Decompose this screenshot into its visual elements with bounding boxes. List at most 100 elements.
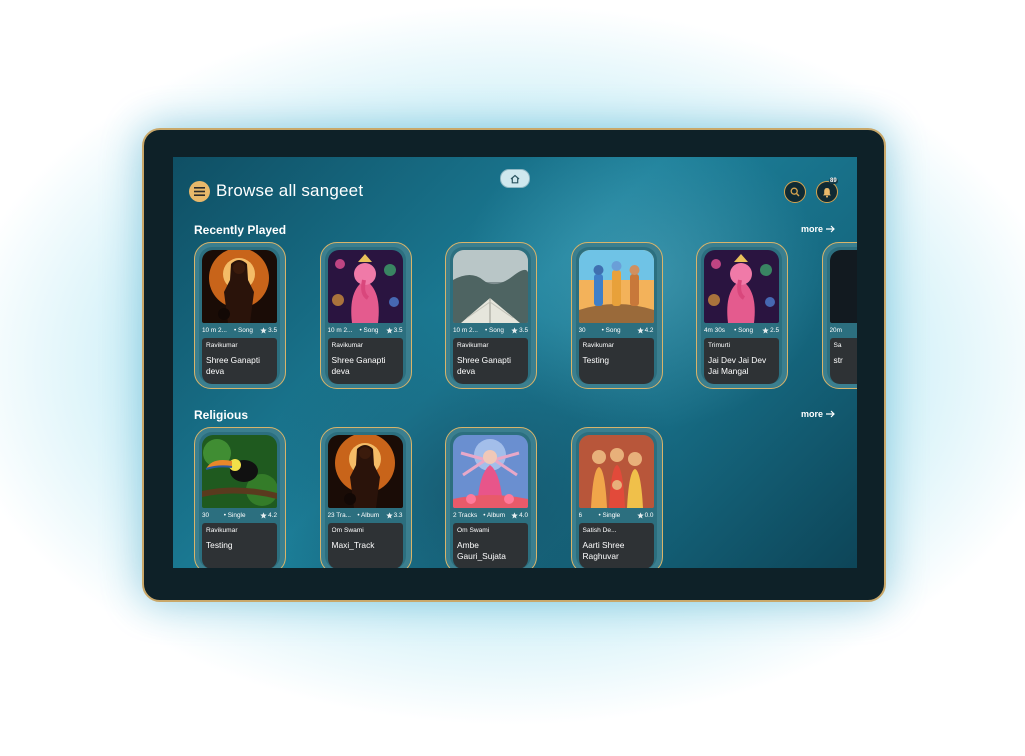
card-thumbnail — [453, 250, 528, 323]
card-rating: 2.5 — [762, 327, 779, 334]
thumbnail-art — [578, 435, 654, 508]
thumbnail-art — [704, 250, 779, 323]
thumbnail-art — [202, 435, 277, 508]
card-rating: 0.0 — [636, 511, 653, 519]
card-body: 20m Sa str — [826, 247, 857, 384]
card-meta: 10 m 2... • Song 3.5 — [202, 325, 277, 335]
card-body: 10 m 2... • Song 3.5 Ravikumar Shree Ganapti… — [450, 247, 531, 384]
card-info: Om Swami Maxi_Track — [327, 523, 403, 568]
card-type-label: Single — [602, 511, 621, 519]
media-card[interactable]: 10 m 2... • Song 3.5 Ravikumar Shree Ganapti… — [194, 242, 286, 389]
media-card[interactable]: 2 Tracks • Album 4.0 Om Swami Ambe Gauri_Suj… — [445, 427, 537, 568]
card-info: Satish De... Aarti Shree Raghuvar — [578, 523, 654, 568]
card-thumbnail — [327, 435, 403, 508]
card-artist: Ravikumar — [582, 342, 615, 349]
card-meta: 10 m 2... • Song 3.5 — [453, 325, 528, 335]
card-body: 2 Tracks • Album 4.0 Om Swami Ambe Gauri_Suj… — [450, 432, 531, 568]
card-type-label: Song — [489, 326, 504, 334]
card-artist: Om Swami — [457, 527, 490, 534]
card-artist: Trimurti — [708, 342, 731, 349]
card-type: • Single — [598, 511, 621, 519]
card-artist: Sa — [833, 342, 842, 349]
card-duration: 10 m 2... — [453, 326, 478, 334]
card-duration: 20m — [829, 326, 842, 334]
card-info: Ravikumar Shree Ganapti deva — [202, 338, 277, 384]
card-rating-value: 4.0 — [519, 511, 528, 519]
notifications-button[interactable] — [816, 181, 838, 203]
card-meta: 6 • Single 0.0 — [579, 510, 654, 520]
card-rating-value: 4.2 — [644, 326, 654, 334]
card-info: Sa str — [829, 338, 857, 384]
card-thumbnail — [578, 435, 654, 508]
card-body: 10 m 2... • Song 3.5 Ravikumar Shree Ganapti… — [199, 247, 280, 384]
card-rating-value: 4.2 — [268, 511, 277, 519]
card-type: • Album — [357, 511, 380, 519]
card-title: Jai Dev Jai Dev Jai Mangal — [708, 355, 767, 376]
thumbnail-art — [202, 250, 277, 323]
recently-played-more-link[interactable]: more — [801, 224, 835, 234]
card-rating-value: 3.3 — [393, 511, 403, 519]
card-rating: 4.2 — [636, 326, 654, 334]
search-button[interactable] — [784, 181, 806, 203]
card-thumbnail — [327, 250, 403, 323]
section-title-religious: Religious — [194, 408, 249, 422]
menu-icon — [194, 187, 205, 196]
card-rating: 4.2 — [260, 512, 277, 519]
thumbnail-art — [829, 250, 857, 323]
card-title: str — [833, 355, 843, 365]
media-card[interactable]: 10 m 2... • Song 3.5 Ravikumar Shree Ganapti… — [319, 242, 412, 389]
menu-button[interactable] — [189, 181, 210, 202]
more-label: more — [801, 409, 824, 419]
religious-more-link[interactable]: more — [801, 409, 835, 419]
card-duration: 2 Tracks — [453, 511, 478, 519]
media-card[interactable]: 6 • Single 0.0 Satish De... Aarti Shree Ragh… — [570, 427, 663, 568]
card-rating: 3.5 — [385, 326, 403, 334]
card-body: 23 Tra... • Album 3.3 Om Swami Maxi_Track — [324, 432, 406, 568]
card-artist: Ravikumar — [206, 342, 238, 349]
media-card[interactable]: 30 • Single 4.2 Ravikumar Testing — [194, 427, 286, 568]
media-card[interactable]: 23 Tra... • Album 3.3 Om Swami Maxi_Track — [319, 427, 412, 568]
card-info: Om Swami Ambe Gauri_Sujata — [453, 523, 528, 568]
card-artist: Om Swami — [331, 527, 364, 534]
card-meta: 4m 30s • Song 2.5 — [704, 325, 779, 335]
bell-icon — [823, 187, 831, 198]
card-rating-value: 3.5 — [393, 326, 403, 334]
card-meta: 30 • Song 4.2 — [579, 325, 654, 335]
card-duration: 6 — [578, 511, 583, 519]
card-info: Ravikumar Testing — [202, 523, 277, 568]
card-rating: 3.5 — [260, 327, 277, 334]
media-card[interactable]: 20m Sa str — [821, 242, 857, 389]
card-type-label: Song — [738, 326, 754, 334]
card-body: 30 • Song 4.2 Ravikumar Testing — [575, 247, 657, 384]
star-icon — [636, 511, 644, 519]
home-button[interactable] — [500, 169, 530, 188]
media-card[interactable]: 4m 30s • Song 2.5 Trimurti Jai Dev Jai Dev J… — [696, 242, 788, 389]
card-type-label: Song — [238, 326, 253, 334]
star-icon — [636, 326, 644, 334]
media-card[interactable]: 10 m 2... • Song 3.5 Ravikumar Shree Ganapti… — [445, 242, 537, 389]
card-type: • Song — [485, 326, 504, 334]
card-thumbnail — [704, 250, 779, 323]
card-artist: Ravikumar — [331, 342, 364, 349]
card-body: 30 • Single 4.2 Ravikumar Testing — [199, 432, 280, 568]
card-body: 10 m 2... • Song 3.5 Ravikumar Shree Ganapti… — [324, 247, 406, 384]
thumbnail-art — [327, 250, 403, 323]
card-type: • Song — [601, 326, 621, 334]
card-type-label: Album — [486, 511, 506, 519]
card-rating: 3.3 — [385, 511, 403, 519]
card-rating-value: 3.5 — [268, 326, 277, 334]
card-type-label: Single — [227, 511, 246, 519]
media-card[interactable]: 30 • Song 4.2 Ravikumar Testing — [570, 242, 663, 389]
card-rating-value: 2.5 — [770, 326, 779, 334]
card-duration: 23 Tra... — [327, 511, 351, 519]
card-duration: 30 — [202, 511, 210, 519]
card-rating-value: 3.5 — [519, 326, 528, 334]
card-type: • Song — [359, 326, 379, 334]
card-thumbnail — [202, 250, 277, 323]
card-info: Ravikumar Shree Ganapti deva — [327, 338, 403, 384]
search-icon — [790, 187, 800, 197]
card-meta: 23 Tra... • Album 3.3 — [328, 510, 403, 520]
card-title: Ambe Gauri_Sujata — [457, 540, 506, 561]
card-rating: 3.5 — [511, 327, 528, 334]
thumbnail-art — [453, 435, 528, 508]
